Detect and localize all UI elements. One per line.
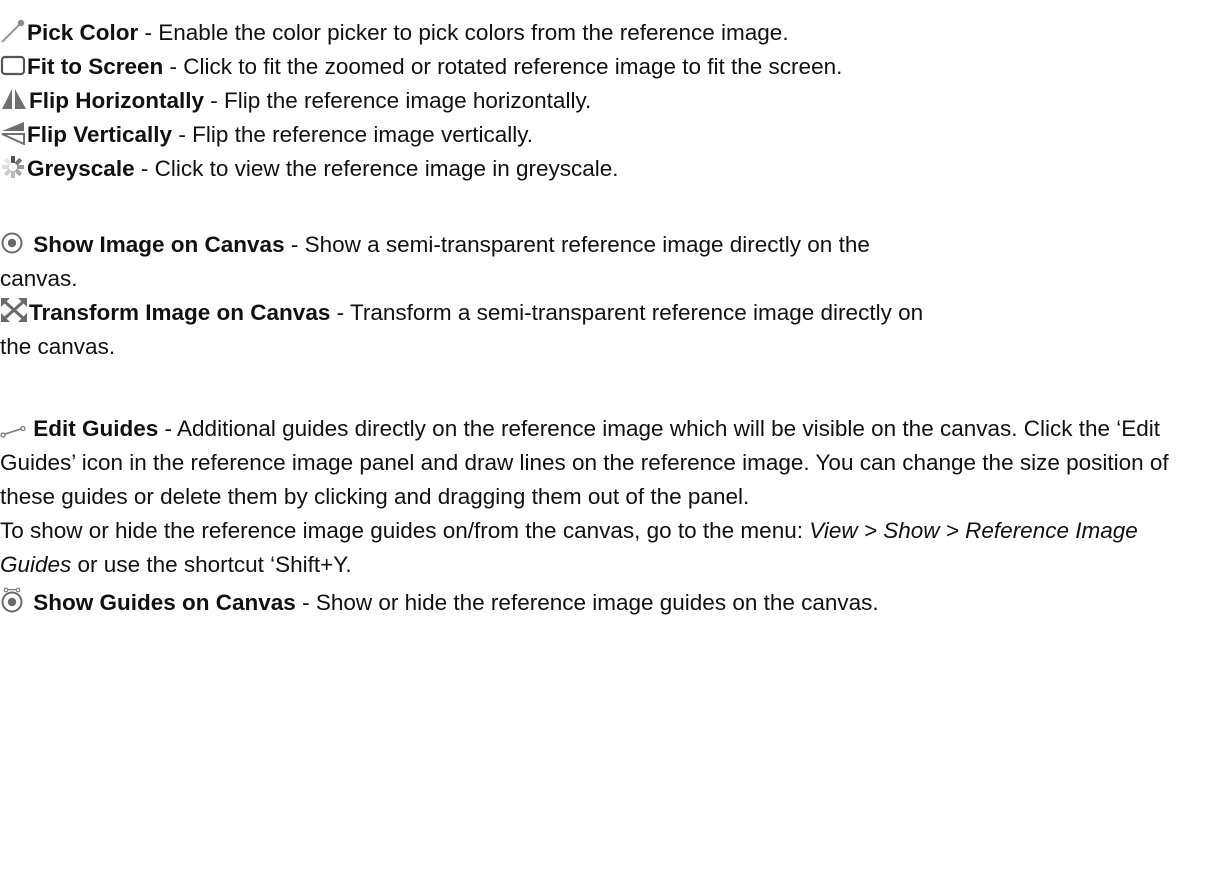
edit-guides-entry: Edit Guides - Additional guides directly… — [0, 412, 1208, 514]
edit-guides-desc: - Additional guides directly on the refe… — [0, 416, 1169, 509]
flip-horizontal-icon — [0, 87, 28, 111]
greyscale-entry: Greyscale - Click to view the reference … — [0, 152, 1212, 186]
document-body: Pick Color - Enable the color picker to … — [0, 0, 1212, 620]
show-image-on-canvas-entry: Show Image on Canvas - Show a semi-trans… — [0, 228, 1212, 262]
show-image-on-canvas-desc-line-2: canvas. — [0, 266, 78, 291]
fit-to-screen-title: Fit to Screen — [27, 54, 164, 79]
flip-vertically-title: Flip Vertically — [27, 122, 173, 147]
greyscale-icon — [0, 155, 26, 179]
fit-to-screen-entry: Fit to Screen - Click to fit the zoomed … — [0, 50, 1212, 84]
transform-image-on-canvas-entry: Transform Image on Canvas - Transform a … — [0, 296, 1212, 330]
guides-note-prefix: To show or hide the reference image guid… — [0, 518, 810, 543]
transform-arrows-icon — [0, 297, 28, 323]
flip-horizontally-desc: - Flip the reference image horizontally. — [204, 88, 592, 113]
greyscale-desc: - Click to view the reference image in g… — [134, 156, 619, 181]
flip-vertically-entry: Flip Vertically - Flip the reference ima… — [0, 118, 1212, 152]
show-guides-on-canvas-title: Show Guides on Canvas — [33, 590, 296, 615]
transform-image-on-canvas-title: Transform Image on Canvas — [29, 300, 331, 325]
flip-horizontally-title: Flip Horizontally — [29, 88, 205, 113]
eyedropper-icon — [0, 19, 26, 43]
show-guides-on-canvas-entry: Show Guides on Canvas - Show or hide the… — [0, 586, 1212, 620]
fit-screen-icon — [0, 55, 26, 77]
show-image-on-canvas-desc-1: - Show a semi-transparent reference imag… — [284, 232, 870, 257]
show-guides-on-canvas-desc: - Show or hide the reference image guide… — [295, 590, 879, 615]
transform-image-on-canvas-desc-1: - Transform a semi-transparent reference… — [330, 300, 924, 325]
guides-note-suffix: or use the shortcut ‘Shift+Y. — [71, 552, 352, 577]
eye-guides-icon — [0, 587, 26, 613]
flip-vertical-icon — [0, 121, 26, 145]
pick-color-desc: - Enable the color picker to pick colors… — [138, 20, 789, 45]
fit-to-screen-desc: - Click to fit the zoomed or rotated ref… — [163, 54, 843, 79]
edit-guides-title: Edit Guides — [33, 416, 159, 441]
pick-color-title: Pick Color — [27, 20, 139, 45]
flip-vertically-desc: - Flip the reference image vertically. — [172, 122, 534, 147]
guide-line-icon — [0, 425, 26, 439]
show-image-on-canvas-title: Show Image on Canvas — [33, 232, 285, 257]
eye-icon — [0, 231, 26, 255]
greyscale-title: Greyscale — [27, 156, 135, 181]
guides-note: To show or hide the reference image guid… — [0, 514, 1208, 582]
transform-image-on-canvas-desc-line-2: the canvas. — [0, 334, 116, 359]
flip-horizontally-entry: Flip Horizontally - Flip the reference i… — [0, 84, 1212, 118]
pick-color-entry: Pick Color - Enable the color picker to … — [0, 16, 1212, 50]
